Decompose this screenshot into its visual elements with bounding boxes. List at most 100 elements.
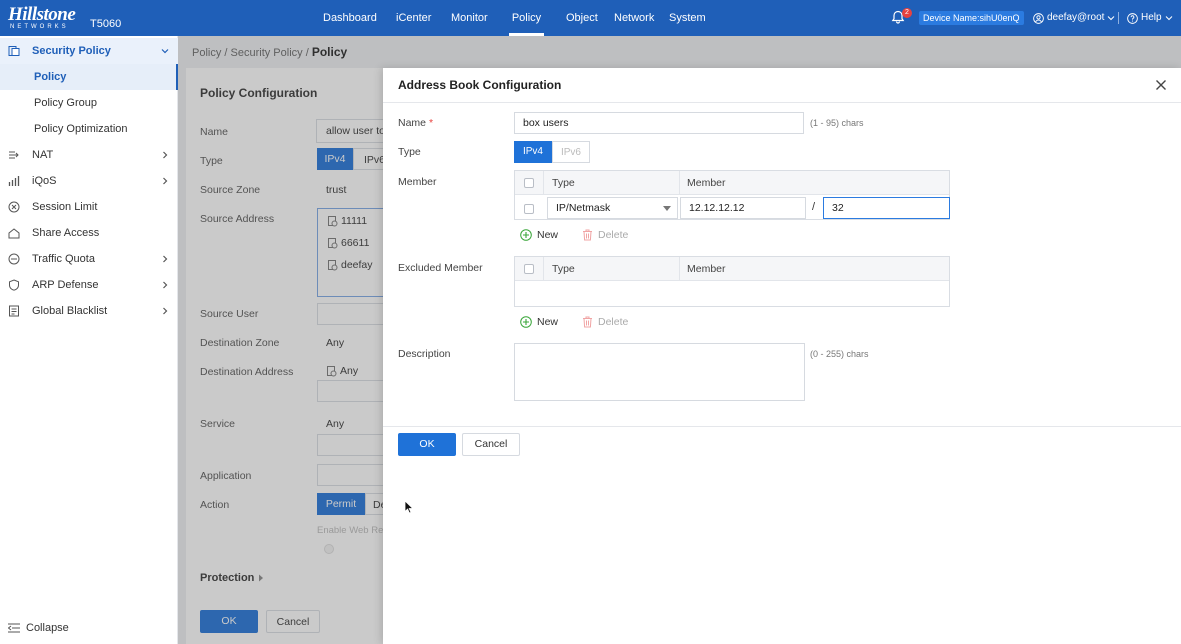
help-menu[interactable]: Help: [1127, 0, 1173, 36]
ok-button[interactable]: OK: [398, 433, 456, 456]
sidebar-item-global-blacklist[interactable]: Global Blacklist: [0, 298, 178, 324]
sidebar-item-policy[interactable]: Policy: [0, 64, 178, 90]
security-policy-icon: [8, 46, 20, 56]
blacklist-icon: [9, 305, 19, 317]
type-ipv6-button[interactable]: IPv6: [552, 141, 590, 163]
column-divider: [679, 257, 680, 281]
member-new-button[interactable]: New: [520, 229, 558, 241]
action-permit-button[interactable]: Permit: [317, 493, 365, 515]
sidebar-item-share-access[interactable]: Share Access: [0, 220, 178, 246]
sidebar-item-arp-defense[interactable]: ARP Defense: [0, 272, 178, 298]
delete-label: Delete: [598, 316, 629, 328]
action-label: Action: [200, 499, 230, 511]
excluded-delete-button[interactable]: Delete: [582, 316, 628, 328]
destination-zone-value[interactable]: Any: [326, 337, 344, 349]
sidebar-item-session-limit[interactable]: Session Limit: [0, 194, 178, 220]
excluded-new-button[interactable]: New: [520, 316, 558, 328]
list-item[interactable]: 66611: [328, 237, 369, 249]
user-icon: [1033, 12, 1044, 24]
policy-cancel-button[interactable]: Cancel: [266, 610, 320, 633]
sidebar-item-traffic-quota[interactable]: Traffic Quota: [0, 246, 178, 272]
member-type-value: IP/Netmask: [556, 202, 611, 214]
nav-dashboard[interactable]: Dashboard: [323, 0, 377, 36]
trash-icon: [583, 229, 592, 241]
device-name-badge[interactable]: Device Name:sihU0enQ: [919, 11, 1024, 25]
member-ip-input[interactable]: 12.12.12.12: [680, 197, 806, 219]
delete-label: Delete: [598, 229, 629, 241]
sidebar-item-policy-optimization[interactable]: Policy Optimization: [0, 116, 178, 142]
sidebar-item-security-policy[interactable]: Security Policy: [0, 38, 178, 64]
address-entry: deefay: [341, 259, 373, 271]
row-checkbox[interactable]: [524, 204, 534, 214]
sidebar-label: Share Access: [32, 227, 100, 239]
member-field-label: Member: [398, 176, 437, 188]
sidebar-item-policy-group[interactable]: Policy Group: [0, 90, 178, 116]
policy-configuration-panel: Policy Configuration Name allow user to …: [186, 68, 397, 644]
breadcrumb-current: Policy: [311, 45, 348, 59]
type-ipv4-button[interactable]: IPv4: [514, 141, 552, 163]
source-zone-value[interactable]: trust: [326, 184, 346, 196]
address-book-icon: [327, 365, 337, 376]
address-entry: 66611: [341, 237, 370, 249]
traffic-quota-icon: [8, 253, 20, 265]
share-access-icon: [8, 228, 20, 239]
chevron-right-icon: [163, 281, 168, 289]
address-book-dialog: Address Book Configuration Name * box us…: [383, 68, 1181, 644]
excluded-member-table: Type Member: [514, 256, 950, 307]
list-item[interactable]: deefay: [328, 259, 373, 271]
policy-name-value: allow user to: [326, 125, 385, 137]
description-textarea[interactable]: [514, 343, 805, 401]
nav-policy[interactable]: Policy: [509, 0, 544, 36]
column-header-type: Type: [552, 263, 575, 275]
user-menu[interactable]: deefay@root: [1033, 0, 1115, 36]
nav-monitor[interactable]: Monitor: [451, 0, 488, 36]
logo-subtext: NETWORKS: [10, 24, 69, 30]
collapse-label: Collapse: [26, 622, 69, 634]
breadcrumb: Policy / Security Policy / Policy: [192, 45, 347, 59]
select-all-checkbox[interactable]: [524, 264, 534, 274]
name-label-text: Name: [398, 117, 427, 129]
required-marker: *: [428, 117, 434, 129]
sidebar-item-nat[interactable]: NAT: [0, 142, 178, 168]
top-navigation-bar: Hillstone NETWORKS T5060 Dashboard iCent…: [0, 0, 1181, 36]
member-netmask-input[interactable]: 32: [823, 197, 950, 219]
trash-icon: [583, 316, 592, 328]
chevron-right-icon: [163, 151, 168, 159]
type-ipv4-button[interactable]: IPv4: [317, 148, 353, 170]
name-input[interactable]: box users: [514, 112, 804, 134]
sidebar-item-iqos[interactable]: iQoS: [0, 168, 178, 194]
collapse-button[interactable]: Collapse: [8, 622, 69, 634]
sidebar-label: Security Policy: [32, 45, 111, 57]
member-delete-button[interactable]: Delete: [582, 229, 628, 241]
cancel-button[interactable]: Cancel: [462, 433, 520, 456]
sidebar-label: iQoS: [32, 175, 57, 187]
nav-object[interactable]: Object: [566, 0, 598, 36]
protection-section[interactable]: Protection: [200, 572, 264, 584]
column-header-member: Member: [687, 177, 726, 189]
nav-network[interactable]: Network: [614, 0, 654, 36]
excluded-table-header: Type Member: [515, 257, 949, 281]
close-icon[interactable]: [1154, 78, 1168, 92]
chevron-right-icon: [163, 307, 168, 315]
dropdown-caret-icon: [663, 206, 671, 211]
member-type-select[interactable]: IP/Netmask: [547, 197, 678, 219]
description-label: Description: [398, 348, 451, 360]
sidebar: Security Policy Policy Policy Group Poli…: [0, 36, 178, 644]
collapse-icon: [8, 623, 20, 633]
nav-system[interactable]: System: [669, 0, 706, 36]
enable-web-toggle[interactable]: [324, 544, 334, 554]
list-item[interactable]: 11111: [328, 215, 367, 227]
column-divider: [679, 171, 680, 195]
add-circle-icon: [520, 316, 532, 328]
source-zone-label: Source Zone: [200, 184, 261, 196]
chevron-down-icon: [1165, 16, 1172, 21]
nav-icenter[interactable]: iCenter: [396, 0, 431, 36]
breadcrumb-path[interactable]: Policy / Security Policy /: [192, 47, 312, 59]
destination-address-value[interactable]: Any: [327, 365, 358, 377]
dialog-title: Address Book Configuration: [398, 78, 562, 92]
service-value[interactable]: Any: [326, 418, 344, 430]
hillstone-logo[interactable]: Hillstone NETWORKS: [8, 5, 88, 32]
caret-right-icon: [259, 574, 264, 582]
select-all-checkbox[interactable]: [524, 178, 534, 188]
policy-ok-button[interactable]: OK: [200, 610, 258, 633]
